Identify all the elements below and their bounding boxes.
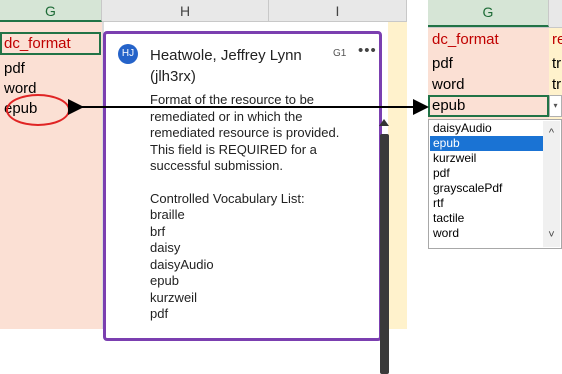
double-arrow-icon	[68, 99, 429, 115]
